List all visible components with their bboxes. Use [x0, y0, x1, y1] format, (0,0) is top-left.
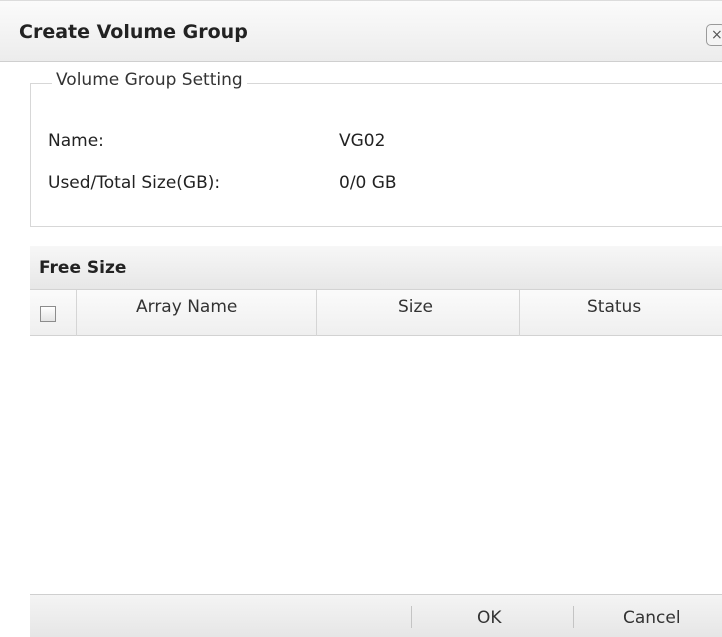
size-label: Used/Total Size(GB): — [48, 173, 221, 193]
footer-divider — [411, 606, 412, 628]
ok-button[interactable]: OK — [477, 608, 502, 628]
create-volume-group-dialog: Create Volume Group × Volume Group Setti… — [0, 0, 722, 637]
volume-group-setting-fieldset — [30, 83, 722, 227]
cancel-button[interactable]: Cancel — [623, 608, 681, 628]
footer-divider — [573, 606, 574, 628]
name-label: Name: — [48, 131, 104, 151]
size-value: 0/0 GB — [339, 173, 397, 193]
name-value: VG02 — [339, 131, 386, 151]
free-size-title: Free Size — [39, 258, 127, 278]
column-header-size[interactable]: Size — [398, 297, 433, 317]
column-header-array-name[interactable]: Array Name — [136, 297, 237, 317]
close-icon[interactable]: × — [706, 24, 722, 46]
select-all-checkbox[interactable] — [40, 306, 56, 322]
column-divider[interactable] — [519, 290, 520, 336]
dialog-title: Create Volume Group — [19, 21, 248, 43]
free-size-header — [30, 246, 722, 290]
fieldset-legend: Volume Group Setting — [52, 70, 247, 90]
column-divider[interactable] — [316, 290, 317, 336]
array-table-body — [30, 337, 722, 594]
column-header-status[interactable]: Status — [587, 297, 641, 317]
dialog-title-bar: Create Volume Group × — [0, 0, 722, 62]
column-divider — [76, 290, 77, 336]
dialog-footer — [30, 594, 722, 637]
